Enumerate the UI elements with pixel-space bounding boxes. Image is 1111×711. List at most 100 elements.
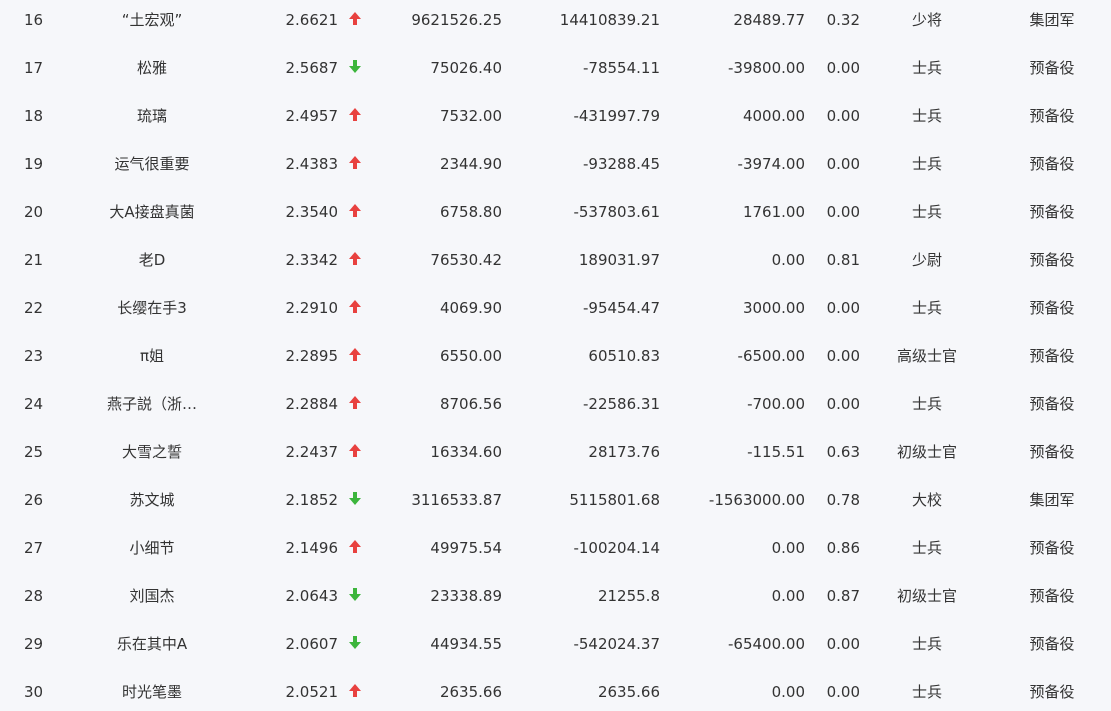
value-2-cell: -542024.37 xyxy=(573,635,660,653)
name-cell[interactable]: 长缨在手3 xyxy=(92,288,212,336)
table-row[interactable]: 19 运气很重要 2.4383 2344.90 -93288.45 -3974.… xyxy=(0,144,1111,192)
rank-cell: 19 xyxy=(24,155,44,173)
name-cell[interactable]: 松雅 xyxy=(92,48,212,96)
table-row[interactable]: 27 小细节 2.1496 49975.54 -100204.14 0.00 0… xyxy=(0,528,1111,576)
corps-cell: 预备役 xyxy=(1029,587,1075,605)
value-3-cell: -39800.00 xyxy=(728,59,805,77)
corps-cell: 预备役 xyxy=(1029,203,1075,221)
name-cell[interactable]: 老D xyxy=(92,240,212,288)
arrow-down-icon xyxy=(346,48,364,96)
military-rank-cell: 高级士官 xyxy=(896,347,957,365)
value-3-cell: -115.51 xyxy=(747,443,805,461)
table-row[interactable]: 22 长缨在手3 2.2910 4069.90 -95454.47 3000.0… xyxy=(0,288,1111,336)
rank-cell: 18 xyxy=(24,107,44,125)
military-rank-cell: 士兵 xyxy=(911,395,942,413)
score-cell: 2.0521 xyxy=(285,683,339,701)
name-cell[interactable]: 燕子説（浙… xyxy=(92,384,212,432)
table-row[interactable]: 21 老D 2.3342 76530.42 189031.97 0.00 0.8… xyxy=(0,240,1111,288)
corps-cell: 预备役 xyxy=(1029,155,1075,173)
score-cell: 2.2884 xyxy=(285,395,339,413)
name-cell[interactable]: 刘国杰 xyxy=(92,576,212,624)
military-rank-cell: 士兵 xyxy=(911,299,942,317)
rank-cell: 27 xyxy=(24,539,44,557)
ratio-cell: 0.00 xyxy=(826,299,860,317)
score-cell: 2.4383 xyxy=(285,155,339,173)
ratio-cell: 0.63 xyxy=(826,443,860,461)
military-rank-cell: 士兵 xyxy=(911,59,942,77)
rank-cell: 28 xyxy=(24,587,44,605)
value-3-cell: -1563000.00 xyxy=(708,491,805,509)
name-cell[interactable]: π姐 xyxy=(92,336,212,384)
rank-cell: 30 xyxy=(24,683,44,701)
value-2-cell: -95454.47 xyxy=(583,299,660,317)
military-rank-cell: 少尉 xyxy=(911,251,942,269)
name-cell[interactable]: 运气很重要 xyxy=(92,144,212,192)
table-row[interactable]: 24 燕子説（浙… 2.2884 8706.56 -22586.31 -700.… xyxy=(0,384,1111,432)
military-rank-cell: 初级士官 xyxy=(896,587,957,605)
military-rank-cell: 士兵 xyxy=(911,203,942,221)
value-3-cell: 1761.00 xyxy=(742,203,805,221)
ratio-cell: 0.00 xyxy=(826,59,860,77)
corps-cell: 预备役 xyxy=(1029,59,1075,77)
value-1-cell: 9621526.25 xyxy=(411,11,502,29)
corps-cell: 预备役 xyxy=(1029,683,1075,701)
score-cell: 2.2437 xyxy=(285,443,339,461)
value-1-cell: 6550.00 xyxy=(439,347,502,365)
corps-cell: 预备役 xyxy=(1029,635,1075,653)
name-cell[interactable]: 时光笔墨 xyxy=(92,672,212,711)
table-row[interactable]: 29 乐在其中A 2.0607 44934.55 -542024.37 -654… xyxy=(0,624,1111,672)
ratio-cell: 0.32 xyxy=(826,11,860,29)
value-2-cell: -431997.79 xyxy=(573,107,660,125)
name-cell[interactable]: 琉璃 xyxy=(92,96,212,144)
name-cell[interactable]: 大雪之誓 xyxy=(92,432,212,480)
corps-cell: 预备役 xyxy=(1029,299,1075,317)
value-1-cell: 2344.90 xyxy=(439,155,502,173)
ratio-cell: 0.00 xyxy=(826,635,860,653)
ranking-table: 16 “土宏观” 2.6621 9621526.25 14410839.21 2… xyxy=(0,0,1111,711)
value-2-cell: 189031.97 xyxy=(578,251,660,269)
arrow-up-icon xyxy=(346,192,364,240)
ratio-cell: 0.87 xyxy=(826,587,860,605)
arrow-up-icon xyxy=(346,528,364,576)
value-2-cell: 14410839.21 xyxy=(559,11,660,29)
name-cell[interactable]: “土宏观” xyxy=(92,0,212,48)
name-cell[interactable]: 小细节 xyxy=(92,528,212,576)
military-rank-cell: 初级士官 xyxy=(896,443,957,461)
value-2-cell: 60510.83 xyxy=(588,347,660,365)
arrow-down-icon xyxy=(346,624,364,672)
arrow-up-icon xyxy=(346,384,364,432)
value-2-cell: 2635.66 xyxy=(597,683,660,701)
ratio-cell: 0.00 xyxy=(826,203,860,221)
rank-cell: 20 xyxy=(24,203,44,221)
value-3-cell: 28489.77 xyxy=(733,11,805,29)
table-row[interactable]: 23 π姐 2.2895 6550.00 60510.83 -6500.00 0… xyxy=(0,336,1111,384)
name-cell[interactable]: 乐在其中A xyxy=(92,624,212,672)
value-1-cell: 2635.66 xyxy=(439,683,502,701)
military-rank-cell: 士兵 xyxy=(911,539,942,557)
table-row[interactable]: 17 松雅 2.5687 75026.40 -78554.11 -39800.0… xyxy=(0,48,1111,96)
ratio-cell: 0.78 xyxy=(826,491,860,509)
arrow-up-icon xyxy=(346,432,364,480)
value-1-cell: 44934.55 xyxy=(430,635,502,653)
table-row[interactable]: 25 大雪之誓 2.2437 16334.60 28173.76 -115.51… xyxy=(0,432,1111,480)
value-1-cell: 76530.42 xyxy=(430,251,502,269)
table-row[interactable]: 26 苏文城 2.1852 3116533.87 5115801.68 -156… xyxy=(0,480,1111,528)
score-cell: 2.2910 xyxy=(285,299,339,317)
rank-cell: 26 xyxy=(24,491,44,509)
table-row[interactable]: 18 琉璃 2.4957 7532.00 -431997.79 4000.00 … xyxy=(0,96,1111,144)
name-cell[interactable]: 苏文城 xyxy=(92,480,212,528)
ratio-cell: 0.00 xyxy=(826,683,860,701)
value-2-cell: 5115801.68 xyxy=(569,491,660,509)
table-row[interactable]: 20 大A接盘真菌 2.3540 6758.80 -537803.61 1761… xyxy=(0,192,1111,240)
value-2-cell: 21255.8 xyxy=(597,587,660,605)
arrow-up-icon xyxy=(346,96,364,144)
table-row[interactable]: 16 “土宏观” 2.6621 9621526.25 14410839.21 2… xyxy=(0,0,1111,48)
rank-cell: 21 xyxy=(24,251,44,269)
value-1-cell: 7532.00 xyxy=(439,107,502,125)
value-3-cell: 0.00 xyxy=(771,539,805,557)
table-row[interactable]: 30 时光笔墨 2.0521 2635.66 2635.66 0.00 0.00… xyxy=(0,672,1111,711)
score-cell: 2.5687 xyxy=(285,59,339,77)
rank-cell: 29 xyxy=(24,635,44,653)
name-cell[interactable]: 大A接盘真菌 xyxy=(92,192,212,240)
table-row[interactable]: 28 刘国杰 2.0643 23338.89 21255.8 0.00 0.87… xyxy=(0,576,1111,624)
